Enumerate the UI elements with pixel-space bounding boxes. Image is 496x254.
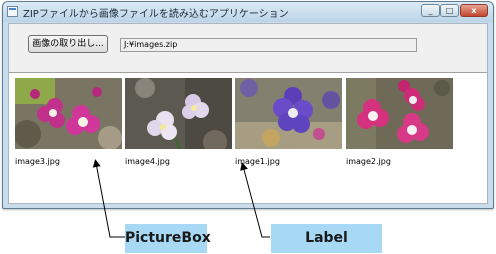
label-arrow — [240, 162, 270, 238]
picturebox-arrow — [92, 159, 125, 238]
annotation-arrows — [92, 159, 270, 238]
picturebox-callout: PictureBox — [125, 224, 211, 253]
label-callout: Label — [271, 224, 382, 253]
